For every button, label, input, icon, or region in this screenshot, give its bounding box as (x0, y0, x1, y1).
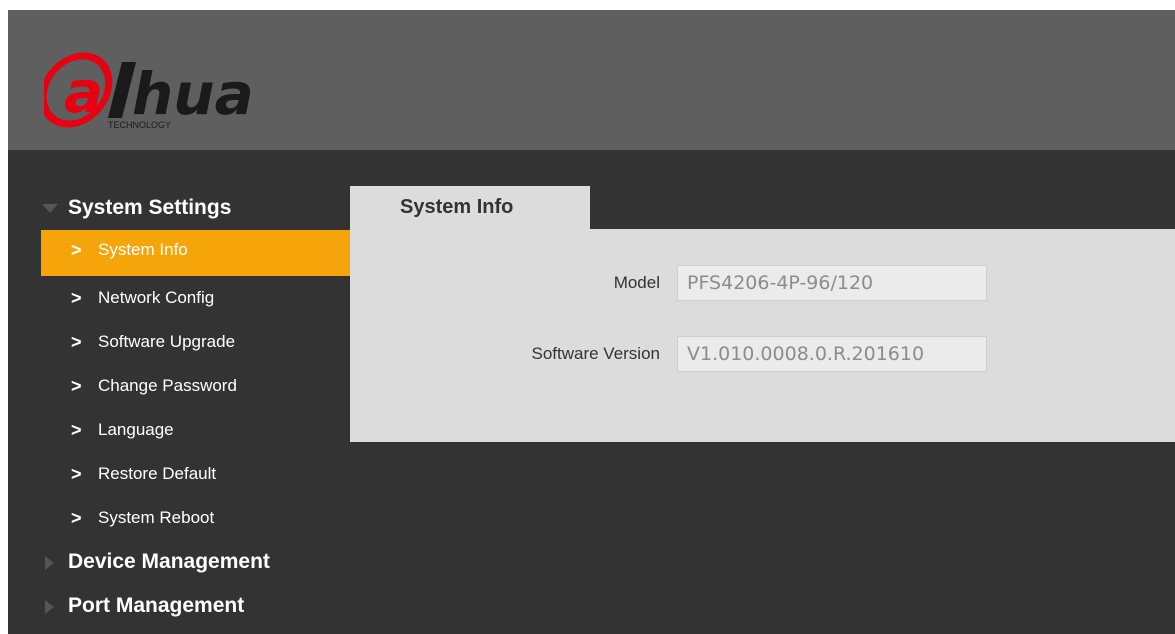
system-settings-submenu: > System Info > Network Config > Softwar… (8, 230, 350, 540)
tab-system-info[interactable]: System Info (350, 186, 590, 229)
svg-text:hua: hua (132, 60, 254, 128)
chevron-right-icon: > (71, 288, 82, 308)
system-info-panel: Model Software Version (350, 229, 1175, 442)
svg-text:TECHNOLOGY: TECHNOLOGY (108, 120, 171, 130)
sidebar-group-system-settings[interactable]: System Settings (8, 186, 350, 230)
software-version-label: Software Version (531, 344, 660, 363)
sidebar-item-network-config[interactable]: > Network Config (41, 276, 350, 320)
sidebar-item-label: Restore Default (98, 464, 217, 483)
sidebar-item-label: Network Config (98, 288, 215, 307)
sidebar-item-label: Language (98, 420, 174, 439)
dahua-logo: a hua TECHNOLOGY (39, 52, 294, 132)
dahua-logo-graphic: a hua TECHNOLOGY (39, 52, 254, 130)
sidebar-item-language[interactable]: > Language (41, 408, 350, 452)
chevron-right-icon: > (71, 508, 82, 528)
software-version-row: Software Version (350, 336, 1175, 372)
sidebar-group-label: System Settings (68, 196, 232, 219)
sidebar-item-software-upgrade[interactable]: > Software Upgrade (41, 320, 350, 364)
software-version-field[interactable] (677, 336, 987, 372)
model-row: Model (350, 265, 1175, 301)
sidebar-item-restore-default[interactable]: > Restore Default (41, 452, 350, 496)
sidebar-group-label: Port Management (68, 594, 245, 617)
sidebar-item-change-password[interactable]: > Change Password (41, 364, 350, 408)
model-field[interactable] (677, 265, 987, 301)
app-window: a hua TECHNOLOGY System Settings > Syste… (8, 10, 1175, 634)
sidebar-group-device-management[interactable]: Device Management (8, 540, 350, 584)
chevron-right-icon: > (71, 376, 82, 396)
chevron-right-icon: > (71, 240, 82, 260)
header-bar: a hua TECHNOLOGY (8, 10, 1175, 150)
chevron-right-icon: > (71, 332, 82, 352)
triangle-right-icon (45, 556, 54, 570)
sidebar-group-port-management[interactable]: Port Management (8, 584, 350, 628)
model-label: Model (613, 273, 660, 292)
sidebar-item-label: System Reboot (98, 508, 215, 527)
triangle-right-icon (45, 600, 54, 614)
chevron-right-icon: > (71, 464, 82, 484)
sidebar-item-system-info[interactable]: > System Info (41, 230, 350, 276)
sidebar-item-label: System Info (98, 240, 188, 259)
chevron-right-icon: > (71, 420, 82, 440)
sidebar-item-label: Software Upgrade (98, 332, 236, 351)
sidebar-nav: System Settings > System Info > Network … (8, 186, 350, 634)
sidebar-item-system-reboot[interactable]: > System Reboot (41, 496, 350, 540)
sidebar-item-label: Change Password (98, 376, 237, 395)
svg-text:a: a (64, 58, 103, 126)
triangle-down-icon (42, 204, 58, 213)
sidebar-group-label: Device Management (68, 550, 270, 573)
